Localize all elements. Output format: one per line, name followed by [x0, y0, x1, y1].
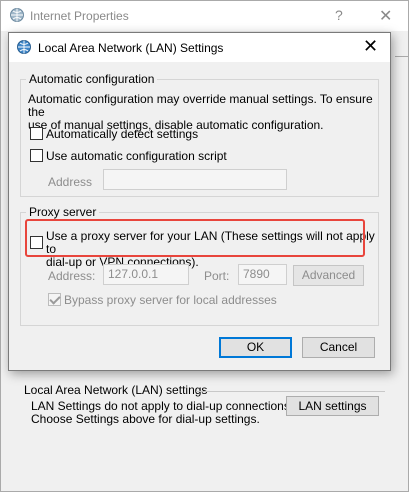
group-divider [196, 391, 385, 392]
script-address-label: Address [48, 175, 93, 189]
auto-config-desc-line-1: Automatic configuration may override man… [28, 92, 373, 119]
help-button[interactable]: ? [335, 7, 343, 23]
cancel-button[interactable]: Cancel [302, 337, 375, 358]
lan-settings-button[interactable]: LAN settings [286, 396, 379, 416]
auto-config-script-label[interactable]: Use automatic configuration script [46, 149, 227, 163]
bypass-local-label[interactable]: Bypass proxy server for local addresses [64, 293, 277, 307]
lan-group-description: LAN Settings do not apply to dial-up con… [31, 400, 293, 426]
proxy-port-field[interactable]: 7890 [238, 264, 287, 285]
internet-globe-icon [17, 40, 31, 54]
lan-text-line-2: Choose Settings above for dial-up settin… [31, 412, 260, 426]
tab-divider [395, 56, 409, 57]
lan-group-title: Local Area Network (LAN) settings [24, 383, 208, 397]
dialog-titlebar: Local Area Network (LAN) Settings ✕ [9, 33, 390, 62]
proxy-address-field[interactable]: 127.0.0.1 [103, 264, 189, 285]
ok-button[interactable]: OK [219, 337, 292, 358]
lan-settings-dialog: Local Area Network (LAN) Settings ✕ Auto… [8, 32, 391, 371]
parent-close-button[interactable]: ✕ [379, 6, 392, 26]
advanced-button[interactable]: Advanced [293, 265, 364, 286]
proxy-port-label: Port: [204, 269, 230, 283]
script-address-field[interactable] [103, 169, 287, 190]
auto-config-title: Automatic configuration [26, 72, 158, 86]
proxy-server-title: Proxy server [26, 205, 100, 219]
parent-window-title: Internet Properties [30, 9, 129, 23]
dialog-title: Local Area Network (LAN) Settings [38, 41, 224, 55]
auto-detect-checkbox[interactable] [30, 127, 43, 140]
auto-config-script-checkbox[interactable] [30, 149, 43, 162]
dialog-close-button[interactable]: ✕ [363, 36, 378, 57]
automatic-configuration-group: Automatic configuration Automatic config… [20, 72, 379, 197]
proxy-option-highlight [25, 219, 365, 257]
parent-titlebar: Internet Properties ? ✕ [1, 1, 408, 31]
lan-settings-group: Local Area Network (LAN) settings LAN Se… [24, 383, 385, 473]
bypass-local-checkbox[interactable] [48, 293, 61, 306]
auto-detect-label[interactable]: Automatically detect settings [46, 127, 198, 141]
internet-globe-icon [10, 8, 24, 22]
proxy-address-label: Address: [48, 269, 96, 283]
